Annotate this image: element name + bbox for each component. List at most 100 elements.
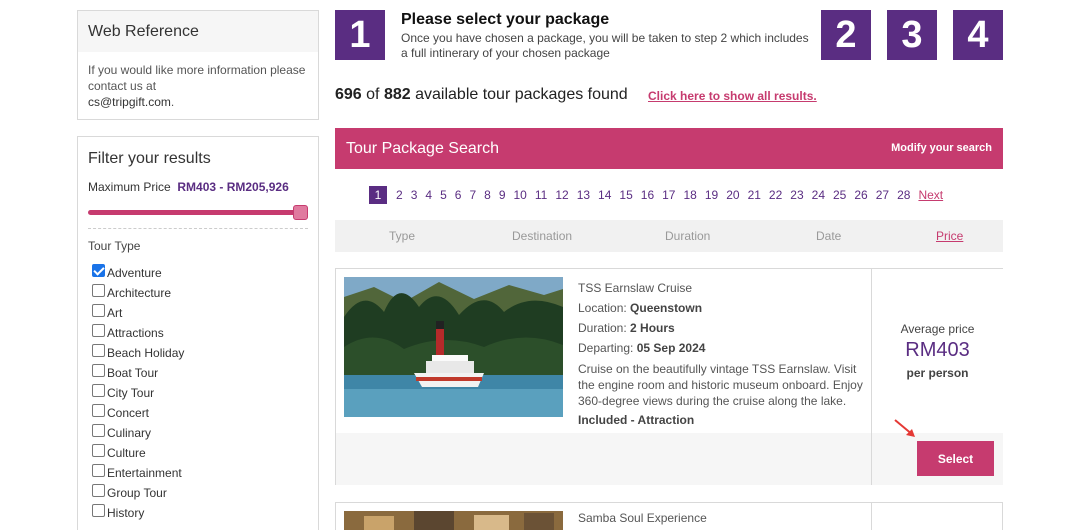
page-link[interactable]: 25: [833, 186, 846, 204]
next-page-link[interactable]: Next: [918, 186, 943, 204]
tour-type-checkbox[interactable]: [92, 363, 105, 377]
page-link[interactable]: 2: [396, 186, 403, 204]
tour-type-checkbox[interactable]: [92, 263, 105, 277]
tour-type-label[interactable]: Concert: [107, 406, 149, 420]
page-link[interactable]: 9: [499, 186, 506, 204]
tour-type-label[interactable]: City Tour: [107, 386, 154, 400]
filter-title: Filter your results: [78, 137, 318, 174]
tour-type-option[interactable]: Adventure: [92, 263, 318, 283]
price-slider[interactable]: [88, 205, 308, 220]
page-link[interactable]: 19: [705, 186, 718, 204]
page-link[interactable]: 5: [440, 186, 447, 204]
tour-type-label[interactable]: Entertainment: [107, 466, 182, 480]
tour-type-option[interactable]: History: [92, 503, 318, 523]
tour-type-label[interactable]: Architecture: [107, 286, 171, 300]
tour-type-label[interactable]: Group Tour: [107, 486, 167, 500]
contact-email-link[interactable]: cs@tripgift.com: [88, 95, 171, 109]
page-link[interactable]: 27: [876, 186, 889, 204]
tour-type-label[interactable]: Beach Holiday: [107, 346, 184, 360]
tour-type-option[interactable]: Beach Holiday: [92, 343, 318, 363]
tour-type-label[interactable]: Boat Tour: [107, 366, 158, 380]
price-max-value: RM205,926: [226, 180, 289, 194]
tour-type-checkbox[interactable]: [92, 343, 105, 357]
tour-type-option[interactable]: Entertainment: [92, 463, 318, 483]
tour-type-checkbox[interactable]: [92, 503, 105, 517]
page-link[interactable]: 3: [411, 186, 418, 204]
page-link[interactable]: 20: [726, 186, 739, 204]
package-title[interactable]: TSS Earnslaw Cruise: [578, 278, 863, 298]
package-price: RM403: [905, 339, 970, 361]
tour-type-option[interactable]: Culture: [92, 443, 318, 463]
package-image[interactable]: [344, 277, 563, 417]
tour-type-option[interactable]: Group Tour: [92, 483, 318, 503]
tour-type-list: Adventure Architecture Art Attractions Beach…: [78, 253, 318, 523]
sort-destination[interactable]: Destination: [512, 229, 572, 243]
tour-type-option[interactable]: Boat Tour: [92, 363, 318, 383]
tour-type-label[interactable]: Attractions: [107, 326, 164, 340]
price-slider-handle[interactable]: [293, 205, 308, 220]
page-current: 1: [369, 186, 387, 204]
page-link[interactable]: 7: [469, 186, 476, 204]
departing-value: 05 Sep 2024: [636, 341, 706, 355]
show-all-results-link[interactable]: Click here to show all results.: [648, 89, 817, 103]
page-link[interactable]: 6: [455, 186, 462, 204]
web-reference-text: If you would like more information pleas…: [88, 63, 306, 93]
tour-type-checkbox[interactable]: [92, 463, 105, 477]
package-departing: Departing: 05 Sep 2024: [578, 338, 863, 358]
tour-type-checkbox[interactable]: [92, 423, 105, 437]
step-1-badge: 1: [335, 10, 385, 60]
page-link[interactable]: 10: [514, 186, 527, 204]
package-image[interactable]: [344, 511, 563, 530]
tour-type-label[interactable]: Adventure: [107, 266, 162, 280]
page-link[interactable]: 28: [897, 186, 910, 204]
page-link[interactable]: 21: [748, 186, 761, 204]
page-link[interactable]: 18: [683, 186, 696, 204]
page-link[interactable]: 24: [812, 186, 825, 204]
tour-type-checkbox[interactable]: [92, 483, 105, 497]
tour-type-option[interactable]: Architecture: [92, 283, 318, 303]
tour-type-checkbox[interactable]: [92, 383, 105, 397]
page-link[interactable]: 23: [790, 186, 803, 204]
package-title[interactable]: Samba Soul Experience: [578, 511, 707, 525]
tour-type-label[interactable]: History: [107, 506, 144, 520]
tour-type-option[interactable]: City Tour: [92, 383, 318, 403]
pagination: 1 2 3 4 5 6 7 8 9 10 11 12 13 14 15 16 17 18 19 20 21 22 23 24…: [369, 186, 951, 204]
package-included: Included - Attraction: [578, 413, 695, 427]
tour-type-checkbox[interactable]: [92, 323, 105, 337]
sort-type[interactable]: Type: [389, 229, 415, 243]
page-link[interactable]: 22: [769, 186, 782, 204]
page-link[interactable]: 14: [598, 186, 611, 204]
tour-type-label[interactable]: Culture: [107, 446, 146, 460]
departing-label: Departing:: [578, 341, 634, 355]
location-value: Queenstown: [630, 301, 703, 315]
page-link[interactable]: 15: [619, 186, 632, 204]
tour-type-checkbox[interactable]: [92, 443, 105, 457]
tour-type-option[interactable]: Attractions: [92, 323, 318, 343]
page-link[interactable]: 12: [555, 186, 568, 204]
tour-type-label[interactable]: Art: [107, 306, 122, 320]
page-link[interactable]: 17: [662, 186, 675, 204]
tour-type-checkbox[interactable]: [92, 283, 105, 297]
modify-search-link[interactable]: Modify your search: [891, 142, 992, 154]
page-link[interactable]: 26: [854, 186, 867, 204]
tour-type-label[interactable]: Culinary: [107, 426, 151, 440]
tour-type-checkbox[interactable]: [92, 403, 105, 417]
price-column-divider: [871, 503, 872, 530]
sort-duration[interactable]: Duration: [665, 229, 710, 243]
filter-panel: Filter your results Maximum Price RM403 …: [77, 136, 319, 530]
page-link[interactable]: 16: [641, 186, 654, 204]
price-min-value: RM403: [177, 180, 217, 194]
select-button[interactable]: Select: [917, 441, 994, 476]
web-reference-panel: Web Reference If you would like more inf…: [77, 10, 319, 120]
page-link[interactable]: 13: [577, 186, 590, 204]
sort-date[interactable]: Date: [816, 229, 841, 243]
tour-type-option[interactable]: Art: [92, 303, 318, 323]
page-link[interactable]: 11: [535, 186, 547, 204]
sort-price[interactable]: Price: [936, 229, 963, 243]
tour-type-option[interactable]: Concert: [92, 403, 318, 423]
page-link[interactable]: 4: [425, 186, 432, 204]
page-link[interactable]: 8: [484, 186, 491, 204]
tour-type-option[interactable]: Culinary: [92, 423, 318, 443]
package-location: Location: Queenstown: [578, 298, 863, 318]
tour-type-checkbox[interactable]: [92, 303, 105, 317]
